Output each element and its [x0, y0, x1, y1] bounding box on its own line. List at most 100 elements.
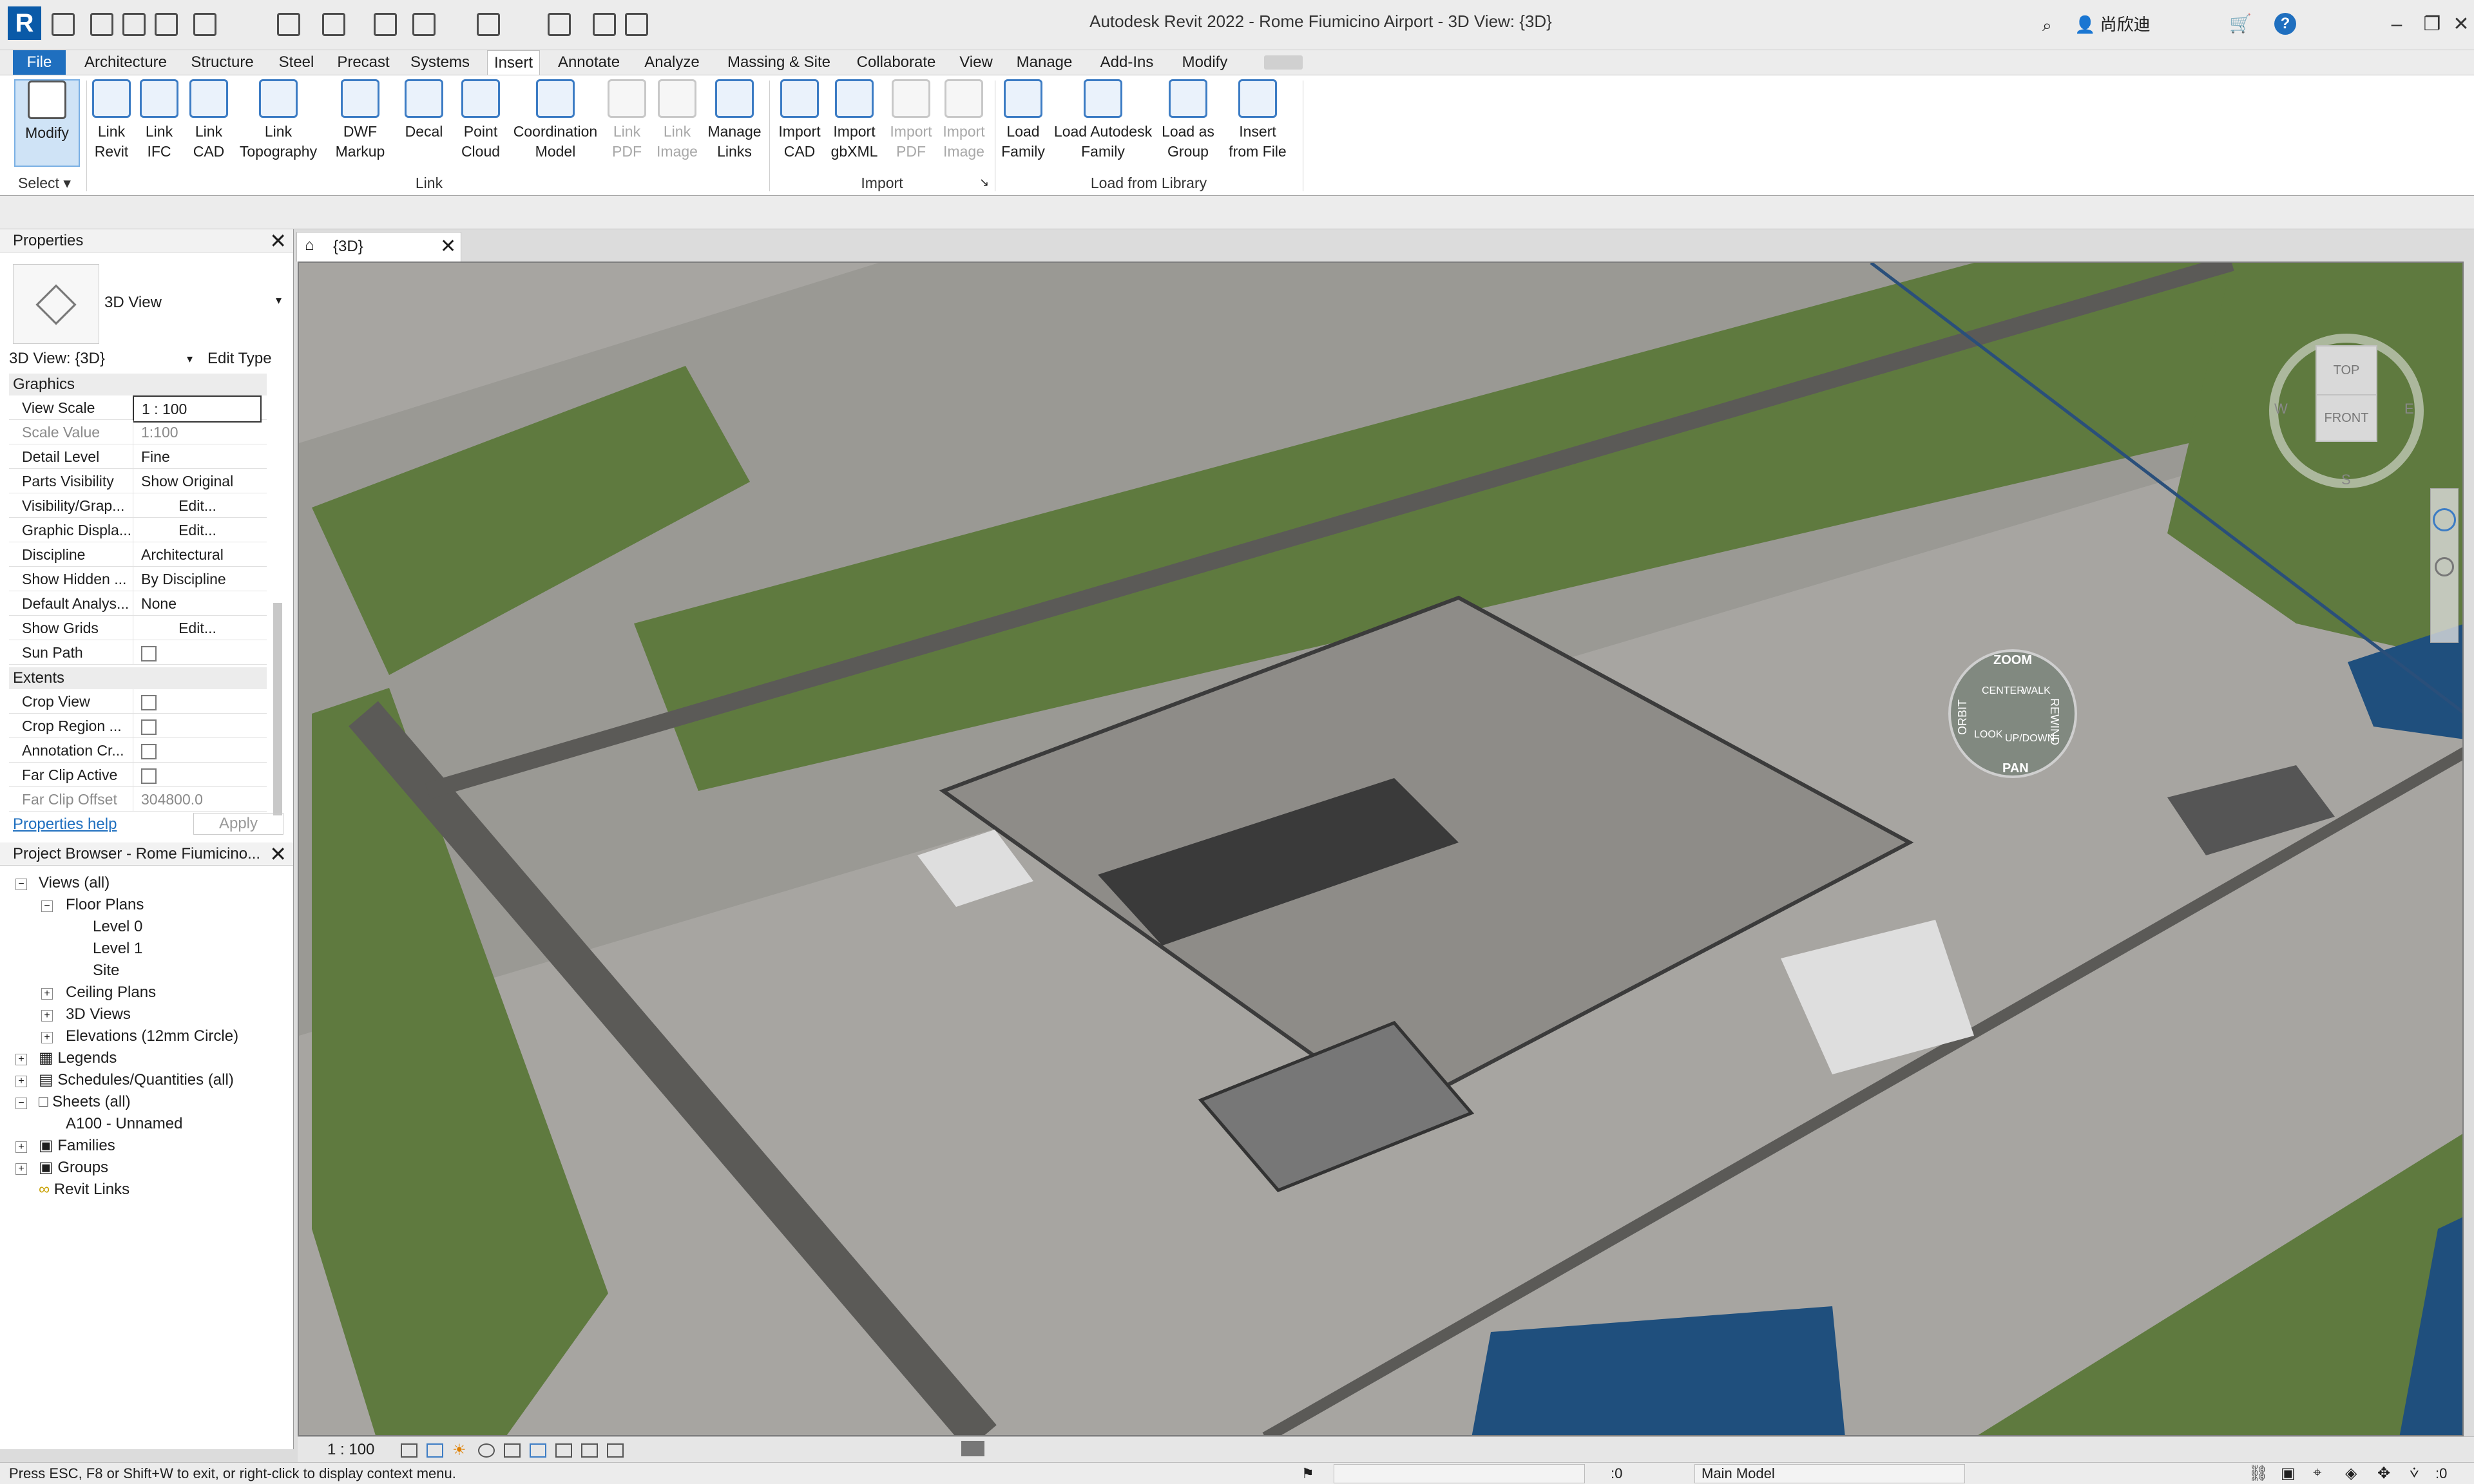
tree-node[interactable]: Level 1 — [93, 938, 142, 960]
user-account[interactable]: 👤 尚欣迪 — [2075, 12, 2151, 35]
close-window-button[interactable]: ✕ — [2442, 10, 2474, 39]
select-pinned-icon[interactable]: ⌖ — [2313, 1464, 2322, 1482]
close-icon[interactable]: ✕ — [269, 229, 287, 252]
3d-view-icon[interactable] — [477, 13, 500, 36]
properties-help-link[interactable]: Properties help — [13, 815, 117, 833]
collapse-icon[interactable]: − — [41, 900, 53, 912]
workset-dropdown[interactable] — [1334, 1464, 1585, 1483]
load-autodesk-family-button[interactable]: Load Autodesk Family — [1050, 79, 1156, 176]
prop-row[interactable]: Graphic Displa... Edit... — [9, 518, 267, 542]
save-icon[interactable] — [90, 13, 113, 36]
cart-icon[interactable]: 🛒 — [2229, 13, 2252, 34]
prop-row[interactable]: Visibility/Grap... Edit... — [9, 493, 267, 518]
tree-node[interactable]: ∞ Revit Links — [39, 1179, 129, 1201]
open-icon[interactable] — [52, 13, 75, 36]
sun-path-checkbox[interactable] — [141, 645, 157, 661]
text-icon[interactable] — [412, 13, 436, 36]
3d-viewport[interactable]: TOP FRONT S W E ZOOM REWIND PAN ORBIT CE… — [298, 262, 2464, 1436]
prop-row[interactable]: Far Clip Active — [9, 763, 267, 787]
prop-row[interactable]: Crop Region ... — [9, 714, 267, 738]
view-tab-3d[interactable]: ⌂ {3D} ✕ — [296, 232, 461, 262]
tree-node[interactable]: Ceiling Plans — [66, 982, 156, 1004]
section-extents[interactable]: Extents — [9, 667, 267, 689]
sun-path-icon[interactable]: ☀ — [452, 1441, 466, 1460]
shadows-icon[interactable] — [478, 1443, 495, 1458]
tab-precast[interactable]: Precast — [331, 50, 396, 75]
horizontal-scrollbar-thumb[interactable] — [961, 1441, 984, 1456]
tab-systems[interactable]: Systems — [405, 50, 475, 75]
coordination-model-button[interactable]: Coordination Model — [510, 79, 600, 176]
insert-from-file-button[interactable]: Insert from File — [1223, 79, 1292, 176]
select-dropdown[interactable]: Select ▾ — [6, 172, 84, 194]
prop-row[interactable]: View Scale 1 : 100 — [9, 395, 267, 423]
switch-windows-icon[interactable] — [593, 13, 616, 36]
close-icon[interactable]: ✕ — [440, 235, 456, 258]
import-pdf-button[interactable]: Import PDF — [885, 79, 937, 176]
tab-analyze[interactable]: Analyze — [637, 50, 707, 75]
link-image-button[interactable]: Link Image — [653, 79, 701, 176]
edit-button[interactable]: Edit... — [133, 493, 262, 518]
prop-row[interactable]: Sun Path — [9, 640, 267, 665]
tab-collaborate[interactable]: Collaborate — [849, 50, 943, 75]
prop-value[interactable]: Show Original — [133, 469, 262, 493]
crop-view-icon[interactable] — [530, 1443, 546, 1458]
show-crop-icon[interactable] — [555, 1443, 572, 1458]
wheel-center[interactable]: CENTER — [1982, 685, 2024, 697]
expand-icon[interactable]: + — [41, 1032, 53, 1043]
zoom-icon[interactable] — [2435, 557, 2454, 576]
tree-node[interactable]: Elevations (12mm Circle) — [66, 1025, 238, 1047]
tab-structure[interactable]: Structure — [184, 50, 260, 75]
chevron-down-icon[interactable]: ▾ — [187, 348, 193, 370]
tree-node[interactable]: Level 0 — [93, 916, 142, 938]
steering-wheel-icon[interactable] — [2433, 508, 2456, 531]
link-cad-button[interactable]: Link CAD — [188, 79, 229, 176]
close-hidden-icon[interactable] — [625, 13, 648, 36]
tree-node[interactable]: □ Sheets (all) — [39, 1091, 131, 1113]
tab-steel[interactable]: Steel — [271, 50, 322, 75]
annotation-crop-checkbox[interactable] — [141, 743, 157, 759]
type-selector[interactable]: 3D View — [104, 294, 162, 312]
prop-value[interactable]: 1 : 100 — [133, 395, 262, 423]
close-icon[interactable]: ✕ — [269, 842, 287, 866]
revit-logo-icon[interactable]: R — [8, 6, 41, 40]
tab-manage[interactable]: Manage — [1009, 50, 1080, 75]
dialog-launcher-icon[interactable]: ↘ — [979, 176, 989, 189]
crop-view-checkbox[interactable] — [141, 694, 157, 710]
prop-row[interactable]: Default Analys... None — [9, 591, 267, 616]
tab-view[interactable]: View — [954, 50, 999, 75]
link-topography-button[interactable]: Link Topography — [233, 79, 323, 176]
dimension-icon[interactable] — [374, 13, 397, 36]
tab-file[interactable]: File — [13, 50, 66, 75]
point-cloud-button[interactable]: Point Cloud — [454, 79, 508, 176]
edit-button[interactable]: Edit... — [133, 518, 262, 542]
edit-button[interactable]: Edit... — [133, 616, 262, 640]
measure-icon[interactable] — [322, 13, 345, 36]
viewcube[interactable]: TOP FRONT S W E — [2269, 334, 2424, 488]
far-clip-checkbox[interactable] — [141, 768, 157, 784]
prop-row[interactable]: Crop View — [9, 689, 267, 714]
wheel-walk[interactable]: WALK — [2022, 685, 2051, 697]
expand-icon[interactable]: + — [15, 1054, 27, 1065]
modify-button[interactable]: Modify — [14, 79, 80, 167]
ribbon-toggle-icon[interactable] — [1264, 55, 1303, 70]
compass-east[interactable]: E — [2404, 401, 2414, 417]
load-as-group-button[interactable]: Load as Group — [1160, 79, 1216, 176]
tab-add-ins[interactable]: Add-Ins — [1091, 50, 1162, 75]
prop-row[interactable]: Discipline Architectural — [9, 542, 267, 567]
wheel-pan[interactable]: PAN — [2002, 761, 2029, 776]
search-icon[interactable]: ⌕ — [2042, 15, 2052, 36]
properties-scrollbar[interactable] — [273, 603, 282, 815]
render-icon[interactable] — [504, 1443, 521, 1458]
redo-icon[interactable] — [193, 13, 216, 36]
expand-icon[interactable]: + — [15, 1076, 27, 1087]
instance-filter[interactable]: 3D View: {3D} — [9, 348, 202, 370]
prop-row[interactable]: Parts Visibility Show Original — [9, 469, 267, 493]
tree-node[interactable]: Views (all) — [39, 872, 110, 894]
prop-row[interactable]: Detail Level Fine — [9, 444, 267, 469]
cube-front-label[interactable]: FRONT — [2317, 394, 2376, 439]
tree-node[interactable]: Site — [93, 960, 119, 982]
tab-insert[interactable]: Insert — [487, 50, 540, 75]
expand-icon[interactable]: + — [41, 988, 53, 1000]
detail-level-icon[interactable] — [401, 1443, 417, 1458]
tree-node[interactable]: A100 - Unnamed — [66, 1113, 182, 1135]
